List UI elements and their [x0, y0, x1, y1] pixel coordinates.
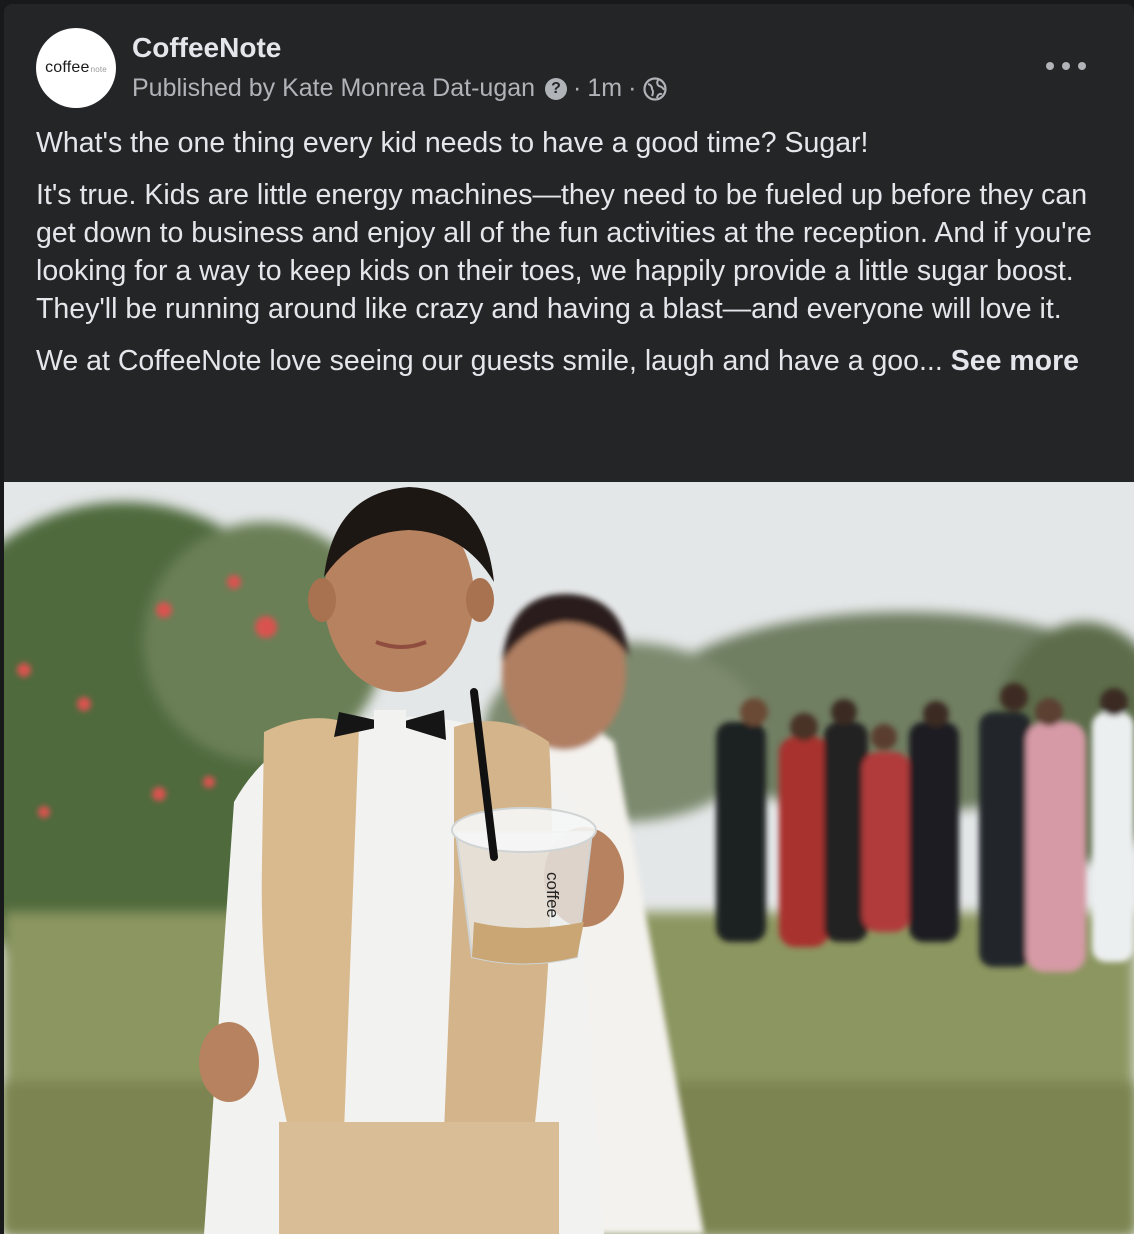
page-avatar[interactable]: coffeenote: [36, 28, 116, 108]
post-paragraph-1: What's the one thing every kid needs to …: [36, 127, 869, 159]
post-text: What's the one thing every kid needs to …: [36, 124, 1106, 394]
globe-icon[interactable]: [642, 76, 668, 102]
cup-logo-text: coffee: [543, 872, 562, 918]
post-paragraph-3: We at CoffeeNote love seeing our guests …: [36, 342, 1106, 380]
post-photo[interactable]: coffee: [4, 482, 1134, 1234]
help-icon[interactable]: ?: [545, 77, 568, 100]
truncated-text: We at CoffeeNote love seeing our guests …: [36, 345, 943, 377]
photo-illustration: coffee: [4, 482, 1134, 1234]
separator: ·: [628, 74, 637, 102]
post-paragraph-2: It's true. Kids are little energy machin…: [36, 179, 1092, 325]
page-name-link[interactable]: CoffeeNote: [132, 32, 281, 64]
published-by-text: Published by Kate Monrea Dat-ugan: [132, 74, 536, 102]
post-header: coffeenote CoffeeNote Published by Kate …: [36, 28, 1114, 110]
more-options-button[interactable]: [1046, 56, 1086, 76]
post-timestamp[interactable]: 1m: [587, 74, 622, 103]
post-card: coffeenote CoffeeNote Published by Kate …: [4, 4, 1134, 1234]
avatar-logo: coffeenote: [45, 59, 107, 76]
separator: ·: [573, 74, 582, 102]
more-horizontal-icon: [1046, 62, 1054, 70]
see-more-link[interactable]: See more: [951, 345, 1079, 377]
post-meta: Published by Kate Monrea Dat-ugan ? · 1m…: [132, 74, 668, 103]
